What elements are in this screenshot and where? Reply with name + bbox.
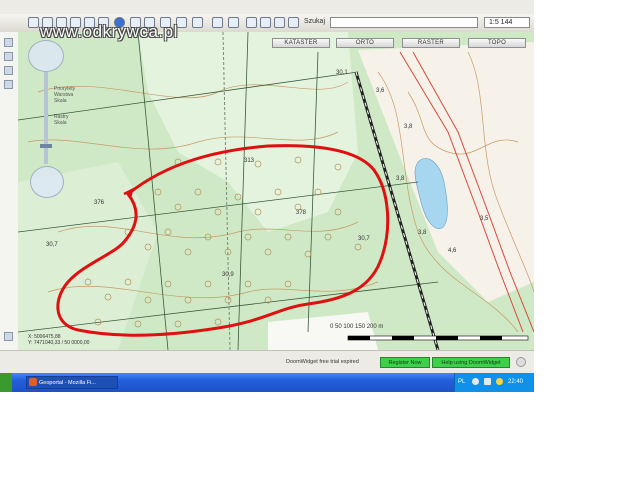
zoom-slider-handle[interactable] xyxy=(40,144,52,148)
map-label: 376 xyxy=(94,200,105,206)
status-message: DoomWidget free trial expired xyxy=(286,359,359,365)
coordinates-readout: X: 5006475,88 Y: 7471040,33 / 50 0000,00 xyxy=(28,334,90,346)
map-label: 3,8 xyxy=(418,230,427,236)
map-label: 3,5 xyxy=(480,216,489,222)
tray-icon[interactable] xyxy=(484,378,491,385)
rotate-control[interactable] xyxy=(30,166,64,198)
back-icon[interactable] xyxy=(28,17,39,28)
layer-button-topo[interactable]: TOPO xyxy=(468,38,526,48)
search-label: Szukaj xyxy=(304,18,326,25)
open-field xyxy=(268,312,378,350)
panel-button[interactable] xyxy=(4,66,13,75)
scale-bar xyxy=(347,335,529,341)
screenshot: Szukaj 1:5 144 30,1 313 376 378 30,7 30,… xyxy=(0,0,534,392)
tray-icon[interactable] xyxy=(496,378,503,385)
scale-bar-label: 0 50 100 150 200 m xyxy=(330,324,384,330)
close-widget-icon[interactable] xyxy=(516,357,526,367)
map-label: 30,7 xyxy=(46,242,58,248)
tray-icon[interactable] xyxy=(472,378,479,385)
light-forest-area xyxy=(138,32,358,232)
register-button[interactable]: Register Now xyxy=(380,357,430,368)
scale-input[interactable]: 1:5 144 xyxy=(484,17,530,28)
help-button[interactable]: Help using DoomWidget xyxy=(432,357,510,368)
language-indicator[interactable]: PL xyxy=(458,379,465,385)
layer-button-kataster[interactable]: KATASTER xyxy=(272,38,330,48)
panel-button[interactable] xyxy=(4,38,13,47)
search-input[interactable] xyxy=(330,17,478,28)
map-label: 3,8 xyxy=(404,124,413,130)
save-icon[interactable] xyxy=(274,17,285,28)
map-label: 30,1 xyxy=(336,70,348,76)
map-label: 30,9 xyxy=(222,272,234,278)
pan-control[interactable] xyxy=(28,40,64,72)
left-panel xyxy=(0,32,19,350)
nav-legend: Priorytety Warstwa Skala Rastry Skala xyxy=(54,86,76,126)
map-graphics xyxy=(18,32,534,350)
map-label: 3,8 xyxy=(396,176,405,182)
panel-button[interactable] xyxy=(4,332,13,341)
watermark: www.odkrywca.pl xyxy=(40,22,178,41)
start-button[interactable] xyxy=(0,373,12,392)
panel-button[interactable] xyxy=(4,52,13,61)
map-label: 4,6 xyxy=(448,248,457,254)
map-view[interactable]: 30,1 313 376 378 30,7 30,9 30,7 3,6 3,8 … xyxy=(18,32,534,350)
print-icon[interactable] xyxy=(260,17,271,28)
layer-button-orto[interactable]: ORTO xyxy=(336,38,394,48)
layers-icon[interactable] xyxy=(192,17,203,28)
map-label: 378 xyxy=(296,210,307,216)
settings-icon[interactable] xyxy=(288,17,299,28)
link-icon[interactable] xyxy=(228,17,239,28)
zoom-slider[interactable] xyxy=(44,72,48,164)
map-label: 30,7 xyxy=(358,236,370,242)
clock: 22:40 xyxy=(508,379,524,385)
map-label: 3,6 xyxy=(376,88,385,94)
map-label: 313 xyxy=(244,158,255,164)
draw-icon[interactable] xyxy=(212,17,223,28)
panel-button[interactable] xyxy=(4,80,13,89)
layer-button-raster[interactable]: RASTER xyxy=(402,38,460,48)
browser-icon xyxy=(29,378,37,386)
search-tool-icon[interactable] xyxy=(246,17,257,28)
taskbar-item-browser[interactable]: Geoportal - Mozilla Fi... xyxy=(26,376,118,389)
